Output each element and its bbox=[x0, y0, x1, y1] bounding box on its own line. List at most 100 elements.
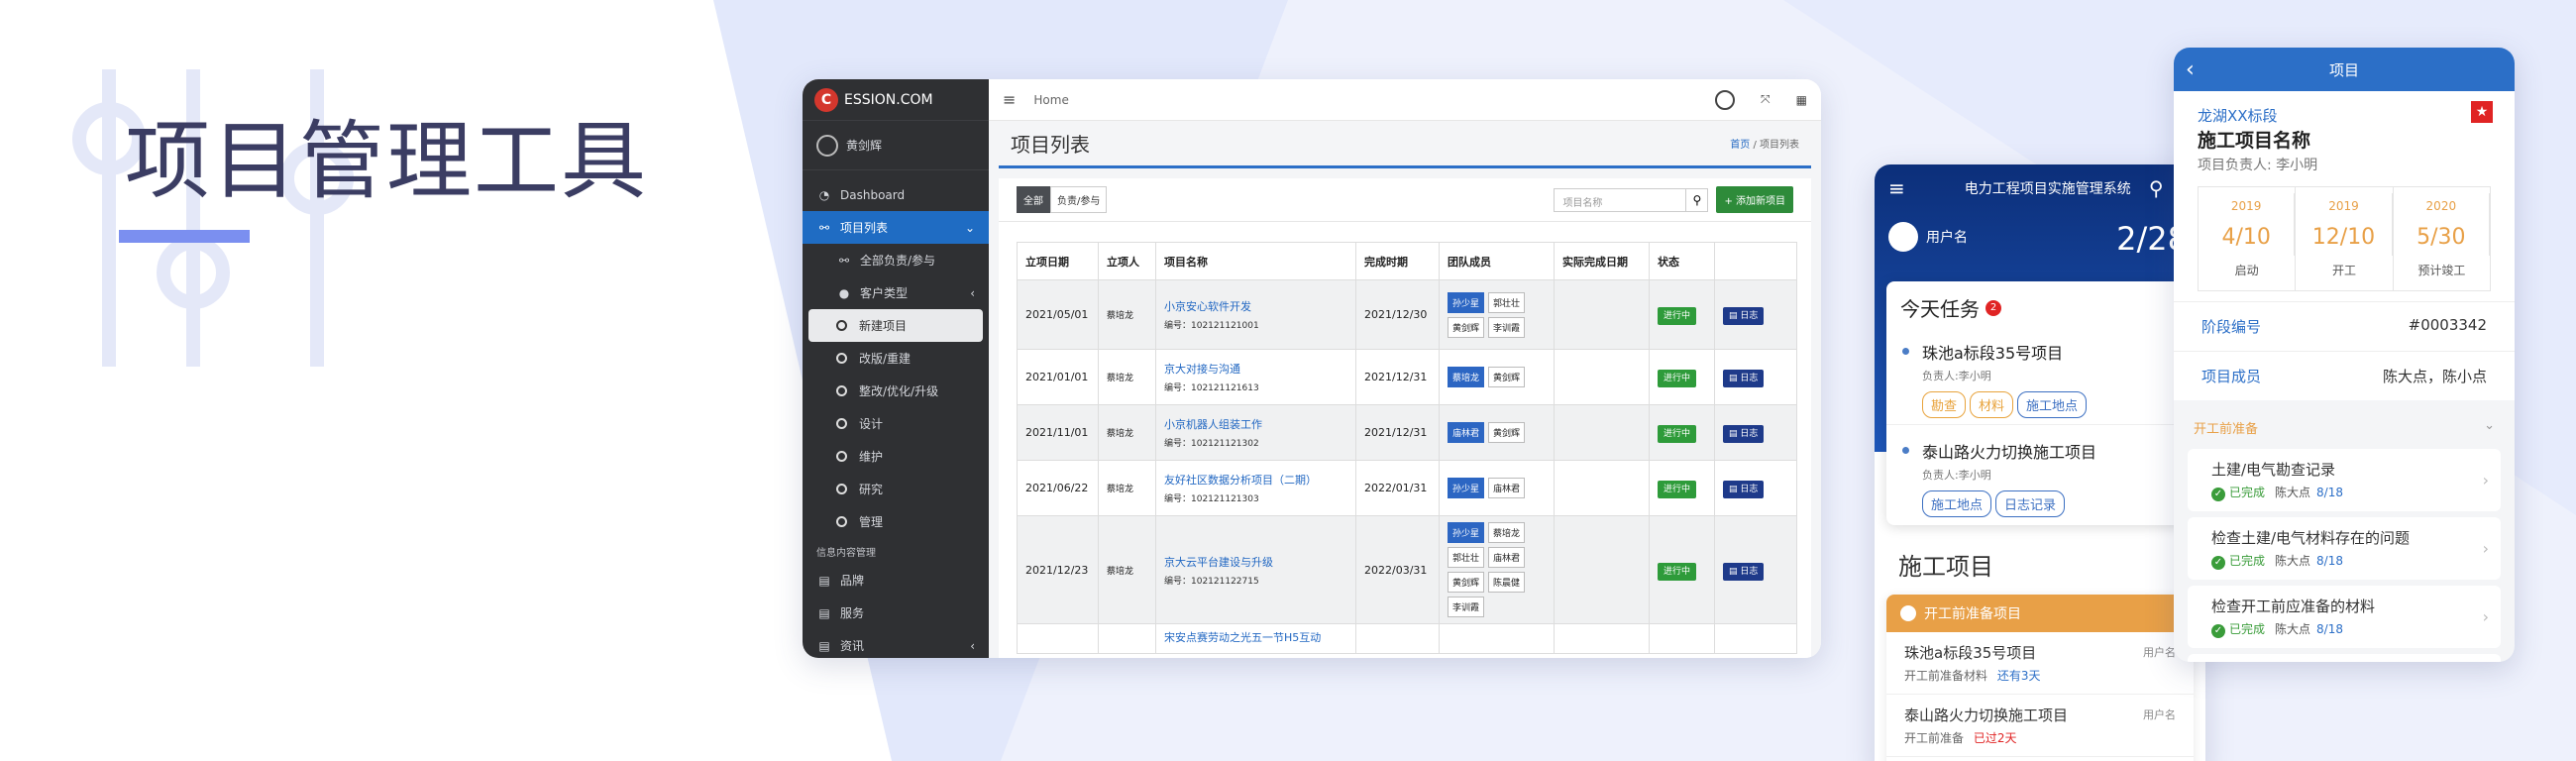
col-header[interactable]: 立项日期 bbox=[1017, 242, 1099, 280]
task-tag[interactable]: 材料 bbox=[1970, 391, 2014, 418]
sidebar-item-new-project[interactable]: 新建项目 bbox=[808, 309, 983, 342]
project-link[interactable]: 友好社区数据分析项目（二期） bbox=[1164, 472, 1355, 488]
star-flag-icon[interactable]: ★ bbox=[2471, 101, 2493, 123]
project-link[interactable]: 宋安点赛劳动之光五一节H5互动 bbox=[1164, 629, 1355, 645]
filter-all-button[interactable]: 全部 bbox=[1017, 186, 1050, 213]
project-link[interactable]: 小京安心软件开发 bbox=[1164, 298, 1355, 314]
col-header[interactable]: 完成时期 bbox=[1355, 242, 1440, 280]
team-member-tag[interactable]: 黄剑辉 bbox=[1448, 572, 1485, 593]
team-member-tag[interactable]: 黄剑辉 bbox=[1448, 316, 1485, 338]
table-row[interactable]: 2021/06/22 蔡培龙 友好社区数据分析项目（二期） 编号：1021211213… bbox=[1017, 460, 1797, 516]
sidebar-item-label: 新建项目 bbox=[859, 319, 908, 333]
project-link[interactable]: 京大云平台建设与升级 bbox=[1164, 554, 1355, 570]
sidebar-item-maintain[interactable]: 维护 bbox=[803, 440, 989, 473]
task-item[interactable]: 泰山路火力切换施工项目负责人:李小明施工地点日志记录› bbox=[1886, 424, 2194, 523]
sidebar-item-research[interactable]: 研究 bbox=[803, 473, 989, 505]
sidebar-item-dashboard[interactable]: ◔ Dashboard bbox=[803, 178, 989, 211]
task-item[interactable]: 珠池a标段35号项目负责人:李小明勘查材料施工地点› bbox=[1886, 334, 2194, 424]
group-header[interactable]: 开工前准备项目 bbox=[1886, 595, 2194, 632]
project-item-user: 用户名 bbox=[2143, 646, 2176, 659]
log-button[interactable]: ▤ 日志 bbox=[1723, 307, 1765, 325]
col-header[interactable]: 状态 bbox=[1649, 242, 1715, 280]
team-member-tag[interactable]: 庙林君 bbox=[1448, 422, 1485, 443]
log-button[interactable]: ▤ 日志 bbox=[1723, 481, 1765, 498]
cell-status: 进行中 bbox=[1649, 515, 1715, 624]
user-info[interactable]: 用户名 bbox=[1888, 222, 1968, 252]
team-member-tag[interactable]: 李训霞 bbox=[1488, 316, 1526, 338]
cell-due: 2022/01/31 bbox=[1355, 460, 1440, 516]
team-member-tag[interactable]: 庙林君 bbox=[1488, 547, 1526, 568]
back-icon[interactable]: ‹ bbox=[2186, 57, 2195, 82]
breadcrumb-home[interactable]: 首页 bbox=[1730, 140, 1750, 151]
sidebar-item-service[interactable]: ▤ 服务 bbox=[803, 597, 989, 629]
project-code: 编号：102121121001 bbox=[1164, 321, 1259, 331]
check-item[interactable]: 检查开工前应准备的材料 ✓ 已完成 陈大点 8/18 › bbox=[2188, 586, 2501, 648]
team-member-tag[interactable]: 庙林君 bbox=[1488, 478, 1526, 498]
home-link[interactable]: Home bbox=[1033, 93, 1068, 107]
sidebar-item-all[interactable]: ⚯ 全部负责/参与 bbox=[803, 244, 989, 276]
sidebar-user[interactable]: 黄剑辉 bbox=[803, 121, 989, 170]
team-member-tag[interactable]: 蔡培龙 bbox=[1488, 522, 1526, 543]
fullscreen-icon[interactable]: ⤧ bbox=[1761, 92, 1771, 107]
sidebar-item-redesign[interactable]: 改版/重建 bbox=[803, 342, 989, 375]
project-item[interactable]: 珠池a标段35号项目 开工前准备材料 还有3天 用户名 bbox=[1886, 632, 2194, 695]
sidebar-item-brand[interactable]: ▤ 品牌 bbox=[803, 564, 989, 597]
team-member-tag[interactable]: 郭壮壮 bbox=[1488, 291, 1526, 313]
task-tag[interactable]: 勘查 bbox=[1922, 391, 1967, 418]
grid-icon[interactable]: ▦ bbox=[1796, 93, 1807, 107]
team-member-tag[interactable]: 黄剑辉 bbox=[1488, 367, 1526, 387]
log-button[interactable]: ▤ 日志 bbox=[1723, 370, 1765, 387]
sidebar-item-label: 全部负责/参与 bbox=[860, 254, 936, 268]
team-member-tag[interactable]: 孙少星 bbox=[1448, 478, 1485, 498]
sidebar-item-customer-type[interactable]: ● 客户类型 ‹ bbox=[803, 276, 989, 309]
team-member-tag[interactable]: 陈晨健 bbox=[1488, 572, 1526, 593]
search-icon[interactable]: ⚲ bbox=[2149, 176, 2164, 200]
check-item[interactable]: 土建/电气勘查记录 ✓ 已完成 陈大点 8/18 › bbox=[2188, 449, 2501, 511]
cell-actual bbox=[1554, 623, 1650, 654]
search-icon[interactable]: ⚲ bbox=[1686, 187, 1709, 212]
task-tag[interactable]: 日志记录 bbox=[1995, 490, 2066, 517]
task-tag[interactable]: 施工地点 bbox=[1922, 490, 1992, 517]
team-member-tag[interactable]: 黄剑辉 bbox=[1488, 422, 1526, 443]
col-header[interactable]: 实际完成日期 bbox=[1554, 242, 1650, 280]
project-link[interactable]: 京大对接与沟通 bbox=[1164, 361, 1355, 377]
sidebar-item-design[interactable]: 设计 bbox=[803, 407, 989, 440]
task-tag[interactable]: 施工地点 bbox=[2017, 391, 2088, 418]
brand-logo-icon: C bbox=[814, 87, 838, 112]
table-row[interactable]: 2021/01/01 蔡培龙 京大对接与沟通 编号：102121121613 2021/… bbox=[1017, 349, 1797, 405]
brand[interactable]: C ESSION.COM bbox=[803, 79, 989, 121]
sidebar-item-optimize[interactable]: 整改/优化/升级 bbox=[803, 375, 989, 407]
sidebar-item-project-list[interactable]: ⚯ 项目列表 ⌄ bbox=[803, 211, 989, 244]
filter-mine-button[interactable]: 负责/参与 bbox=[1050, 186, 1108, 213]
team-member-tag[interactable]: 李训霞 bbox=[1448, 597, 1485, 617]
team-member-tag[interactable]: 孙少星 bbox=[1448, 291, 1485, 313]
col-header[interactable]: 立项人 bbox=[1098, 242, 1156, 280]
cell-owner: 蔡培龙 bbox=[1098, 404, 1156, 461]
col-header[interactable]: 项目名称 bbox=[1155, 242, 1356, 280]
project-item[interactable]: 泰山路火力切换施工项目 开工前准备 已过2天 用户名 bbox=[1886, 695, 2194, 757]
table-row[interactable]: 2021/11/01 蔡培龙 小京机器人组装工作 编号：102121121302 202… bbox=[1017, 404, 1797, 461]
table-row[interactable]: 2021/12/23 蔡培龙 京大云平台建设与升级 编号：102121122715 20… bbox=[1017, 515, 1797, 624]
col-header[interactable]: 团队成员 bbox=[1439, 242, 1555, 280]
log-button[interactable]: ▤ 日志 bbox=[1723, 425, 1765, 443]
project-link[interactable]: 小京机器人组装工作 bbox=[1164, 416, 1355, 432]
status-badge: 进行中 bbox=[1658, 370, 1697, 387]
team-member-tag[interactable]: 蔡培龙 bbox=[1448, 367, 1485, 387]
team-member-tag[interactable]: 郭壮壮 bbox=[1448, 547, 1485, 568]
sidebar-item-news[interactable]: ▤ 资讯 ‹ bbox=[803, 629, 989, 658]
check-group-header[interactable]: 开工前准备 ⌄ bbox=[2174, 400, 2515, 443]
team-member-tag[interactable]: 孙少星 bbox=[1448, 522, 1485, 543]
check-item[interactable]: 检查开工前准备› bbox=[2188, 654, 2501, 662]
check-item[interactable]: 检查土建/电气材料存在的问题 ✓ 已完成 陈大点 8/18 › bbox=[2188, 517, 2501, 580]
user-avatar-icon[interactable] bbox=[1715, 89, 1736, 110]
check-icon: ✓ bbox=[2211, 556, 2225, 570]
hamburger-icon[interactable]: ≡ bbox=[1003, 90, 1016, 109]
table-row[interactable]: 2021/05/01 蔡培龙 小京安心软件开发 编号：102121121001 2021… bbox=[1017, 279, 1797, 350]
add-project-button[interactable]: + 添加新项目 bbox=[1716, 186, 1793, 213]
sidebar-item-manage[interactable]: 管理 bbox=[803, 505, 989, 538]
cell-date: 2021/06/22 bbox=[1017, 460, 1099, 516]
table-row[interactable]: 宋安点赛劳动之光五一节H5互动 bbox=[1017, 623, 1797, 654]
search-input[interactable]: 项目名称 bbox=[1554, 187, 1687, 212]
log-button[interactable]: ▤ 日志 bbox=[1723, 562, 1765, 581]
menu-icon[interactable]: ≡ bbox=[1888, 176, 1905, 200]
